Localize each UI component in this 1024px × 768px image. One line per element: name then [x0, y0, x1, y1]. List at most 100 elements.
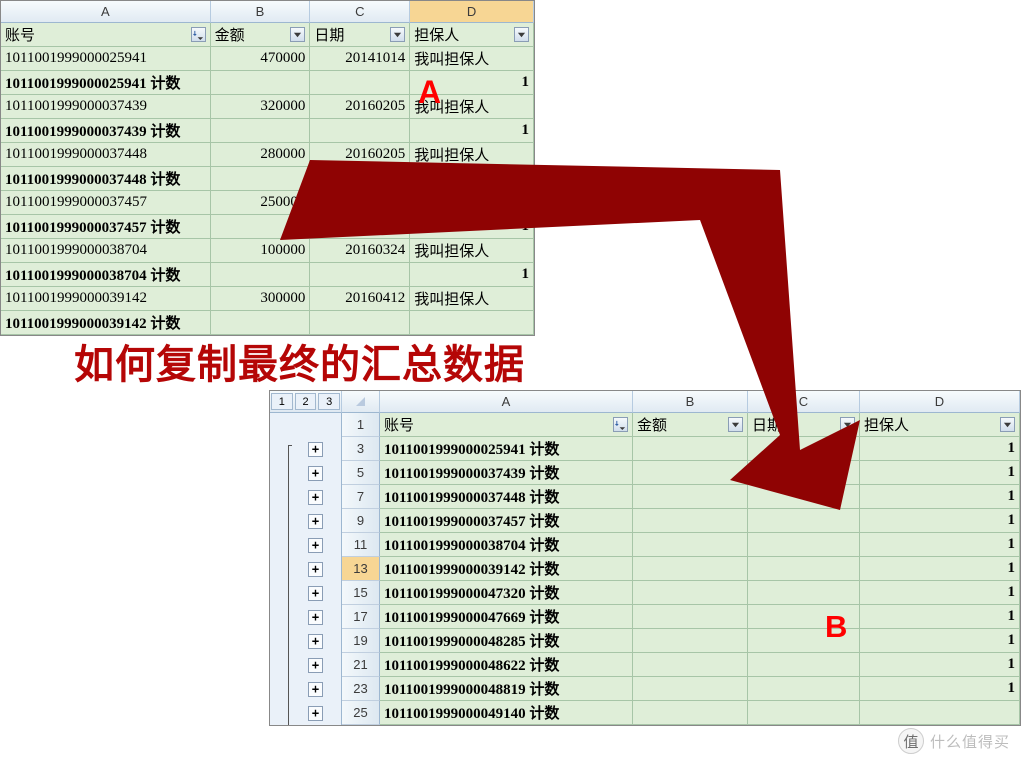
- cell[interactable]: 1011001999000037448 计数: [380, 485, 633, 509]
- cell[interactable]: 1011001999000037448: [1, 143, 211, 167]
- cell[interactable]: 1: [860, 557, 1020, 581]
- cell[interactable]: 1: [860, 581, 1020, 605]
- cell[interactable]: [633, 509, 748, 533]
- cell[interactable]: 470000: [211, 47, 311, 71]
- cell[interactable]: 1: [860, 605, 1020, 629]
- cell[interactable]: [633, 437, 748, 461]
- filter-dropdown-icon[interactable]: [613, 417, 628, 432]
- cell[interactable]: 1011001999000025941 计数: [1, 71, 211, 95]
- cell[interactable]: 1011001999000048622 计数: [380, 653, 633, 677]
- cell[interactable]: [633, 653, 748, 677]
- cell[interactable]: 1011001999000038704: [1, 239, 211, 263]
- cell[interactable]: 20160205: [310, 191, 410, 215]
- cell[interactable]: [211, 71, 311, 95]
- cell[interactable]: [748, 509, 860, 533]
- filter-cell[interactable]: 金额: [633, 413, 748, 437]
- outline-expand-button[interactable]: +: [308, 634, 323, 649]
- cell[interactable]: [211, 167, 311, 191]
- cell[interactable]: 1: [860, 437, 1020, 461]
- cell[interactable]: 1011001999000049140 计数: [380, 701, 633, 725]
- cell[interactable]: 1011001999000037457 计数: [1, 215, 211, 239]
- cell[interactable]: [211, 119, 311, 143]
- outline-expand-button[interactable]: +: [308, 658, 323, 673]
- cell[interactable]: [860, 701, 1020, 725]
- cell[interactable]: [633, 701, 748, 725]
- cell[interactable]: 1011001999000037439: [1, 95, 211, 119]
- filter-cell[interactable]: 账号: [380, 413, 633, 437]
- cell[interactable]: [633, 605, 748, 629]
- cell[interactable]: 20160205: [310, 95, 410, 119]
- row-header[interactable]: 3: [342, 437, 380, 461]
- outline-expand-button[interactable]: +: [308, 490, 323, 505]
- cell[interactable]: [748, 653, 860, 677]
- filter-cell[interactable]: 担保人: [860, 413, 1020, 437]
- outline-expand-button[interactable]: +: [308, 538, 323, 553]
- filter-cell[interactable]: 担保人: [410, 23, 534, 47]
- cell[interactable]: 1011001999000039142: [1, 287, 211, 311]
- cell[interactable]: [310, 119, 410, 143]
- cell[interactable]: 1: [410, 119, 534, 143]
- cell[interactable]: 1011001999000025941: [1, 47, 211, 71]
- cell[interactable]: 1: [860, 677, 1020, 701]
- filter-dropdown-icon[interactable]: [191, 27, 206, 42]
- row-header[interactable]: 21: [342, 653, 380, 677]
- cell[interactable]: 1011001999000048819 计数: [380, 677, 633, 701]
- outline-expand-button[interactable]: +: [308, 682, 323, 697]
- cell[interactable]: [310, 167, 410, 191]
- cell[interactable]: 20160205: [310, 143, 410, 167]
- outline-expand-button[interactable]: +: [308, 610, 323, 625]
- filter-dropdown-icon[interactable]: [840, 417, 855, 432]
- cell[interactable]: [748, 677, 860, 701]
- cell[interactable]: 250000: [211, 191, 311, 215]
- column-header[interactable]: D: [410, 1, 534, 23]
- column-header[interactable]: D: [860, 391, 1020, 413]
- filter-cell[interactable]: 金额: [211, 23, 311, 47]
- cell[interactable]: [633, 485, 748, 509]
- column-header[interactable]: B: [633, 391, 748, 413]
- cell[interactable]: 1011001999000037439 计数: [380, 461, 633, 485]
- cell[interactable]: [633, 533, 748, 557]
- cell[interactable]: [310, 215, 410, 239]
- cell[interactable]: [748, 581, 860, 605]
- cell[interactable]: 1011001999000038704 计数: [380, 533, 633, 557]
- cell[interactable]: 我叫担保人: [410, 47, 534, 71]
- cell[interactable]: [633, 629, 748, 653]
- cell[interactable]: 1011001999000039142 计数: [380, 557, 633, 581]
- cell[interactable]: 1011001999000025941 计数: [380, 437, 633, 461]
- cell[interactable]: 1011001999000038704 计数: [1, 263, 211, 287]
- outline-level-button[interactable]: 3: [318, 393, 340, 410]
- cell[interactable]: [748, 437, 860, 461]
- cell[interactable]: 1: [860, 485, 1020, 509]
- cell[interactable]: [633, 677, 748, 701]
- cell[interactable]: 1011001999000037448 计数: [1, 167, 211, 191]
- row-header[interactable]: 7: [342, 485, 380, 509]
- cell[interactable]: 1: [860, 461, 1020, 485]
- cell[interactable]: 300000: [211, 287, 311, 311]
- cell[interactable]: 1011001999000037439 计数: [1, 119, 211, 143]
- outline-expand-button[interactable]: +: [308, 586, 323, 601]
- cell[interactable]: 20141014: [310, 47, 410, 71]
- filter-cell[interactable]: 账号: [1, 23, 211, 47]
- cell[interactable]: [211, 263, 311, 287]
- cell[interactable]: 1011001999000048285 计数: [380, 629, 633, 653]
- cell[interactable]: [310, 263, 410, 287]
- row-header[interactable]: 5: [342, 461, 380, 485]
- column-header[interactable]: A: [1, 1, 211, 23]
- row-header[interactable]: 13: [342, 557, 380, 581]
- filter-dropdown-icon[interactable]: [514, 27, 529, 42]
- cell[interactable]: 我叫担保人: [410, 191, 534, 215]
- cell[interactable]: 1: [410, 167, 534, 191]
- filter-dropdown-icon[interactable]: [1000, 417, 1015, 432]
- outline-level-button[interactable]: 2: [295, 393, 317, 410]
- column-header[interactable]: C: [310, 1, 410, 23]
- cell[interactable]: 1: [410, 215, 534, 239]
- cell[interactable]: [633, 557, 748, 581]
- cell[interactable]: 1: [860, 653, 1020, 677]
- row-header[interactable]: 17: [342, 605, 380, 629]
- cell[interactable]: [748, 557, 860, 581]
- cell[interactable]: [748, 485, 860, 509]
- cell[interactable]: 1011001999000047320 计数: [380, 581, 633, 605]
- row-header[interactable]: 9: [342, 509, 380, 533]
- filter-dropdown-icon[interactable]: [290, 27, 305, 42]
- outline-level-button[interactable]: 1: [271, 393, 293, 410]
